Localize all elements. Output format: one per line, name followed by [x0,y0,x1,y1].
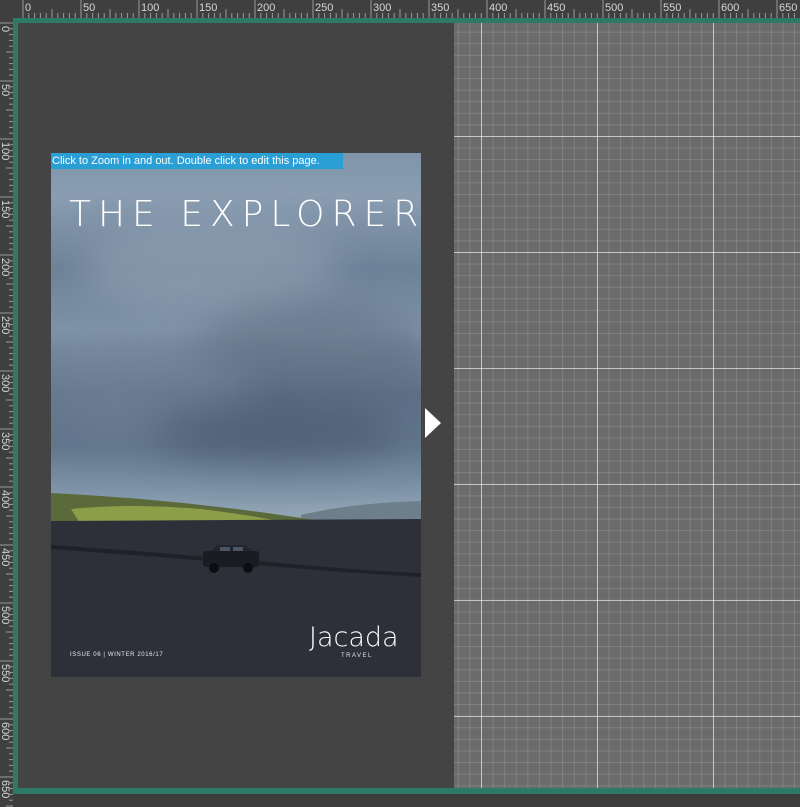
grid-canvas[interactable] [454,23,800,788]
ruler-tick-label: 550 [663,2,681,14]
ruler-tick-label: 300 [373,2,391,14]
ruler-tick-label: 150 [199,2,217,14]
ruler-tick-label: 350 [431,2,449,14]
magazine-cover-page[interactable]: Click to Zoom in and out. Double click t… [51,153,421,677]
bottom-strip [13,794,800,807]
cover-title: THE EXPLORER [69,194,421,235]
next-page-arrow-icon[interactable] [425,408,441,438]
zoom-hint-bar: Click to Zoom in and out. Double click t… [51,153,343,169]
ruler-tick-label: 400 [489,2,507,14]
ruler-tick-label: 200 [257,2,275,14]
ruler-tick-label: 250 [315,2,333,14]
horizontal-ruler-ticks: 0 50 100 150 200 250 300 350 400 450 500 550 600 650 [22,0,797,18]
ruler-tick-label: 450 [547,2,565,14]
ruler-tick-label: 100 [141,2,159,14]
vertical-ruler-ticks: 050100150200250300350400450500550600650 [0,22,13,807]
ruler-tick-label: 650 [779,2,797,14]
ruler-tick-label: 0 [25,2,31,14]
brand-logo: Jacada [309,622,399,653]
vertical-ruler: 0 50 100 150 200 250 300 350 400 450 500 550 600 650 [0,18,13,807]
ruler-tick-label: 500 [605,2,623,14]
brand-subtitle: TRAVEL [341,653,373,659]
ruler-tick-label: 50 [0,84,11,96]
issue-info: ISSUE 06 | WINTER 2016/17 [70,652,164,658]
horizontal-ruler: 0 50 100 150 200 250 300 350 400 450 500 550 600 650 [0,0,800,18]
ruler-tick-label: 600 [721,2,739,14]
ruler-tick-label: 50 [83,2,95,14]
